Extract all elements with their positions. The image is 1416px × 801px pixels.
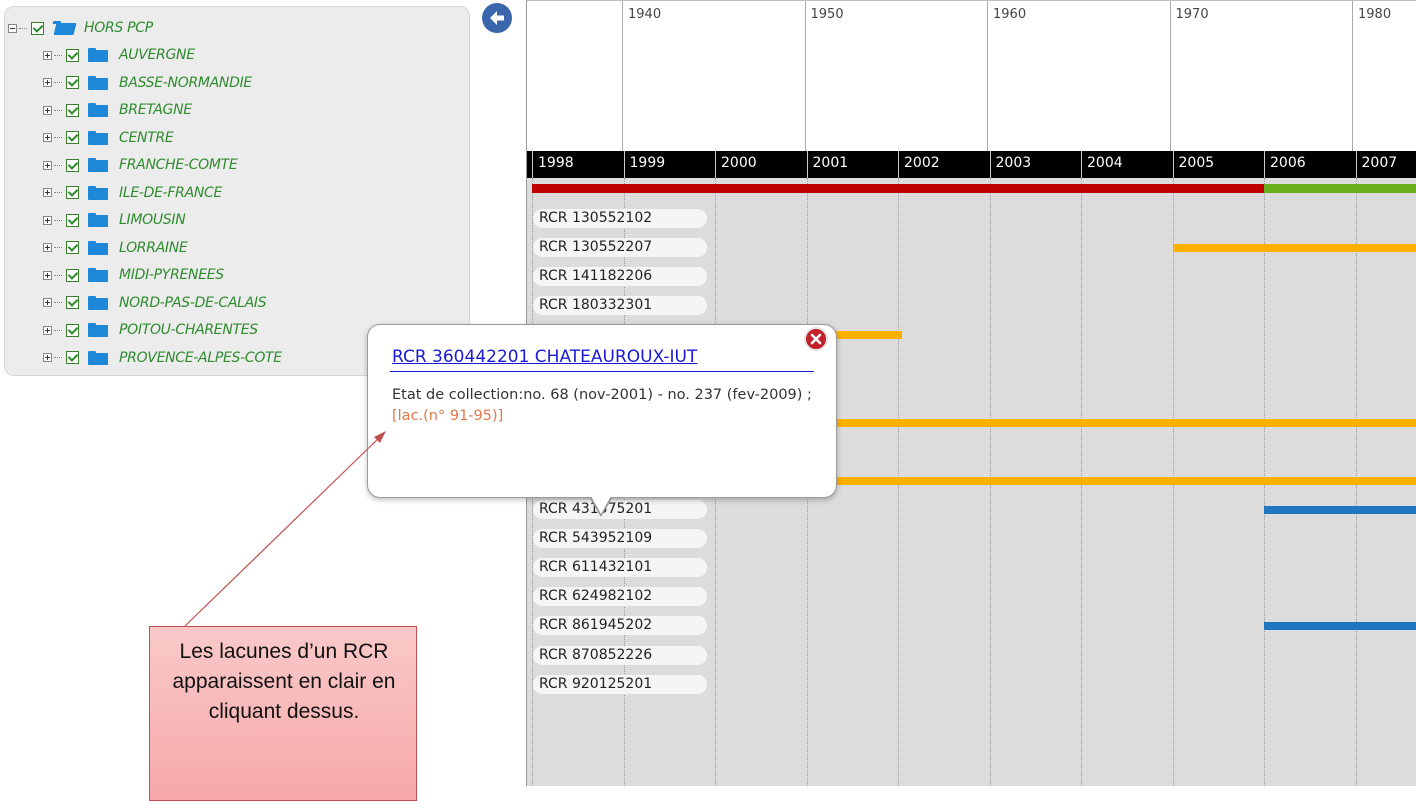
callout-text: Les lacunes d’un RCR apparaissent en cla… — [150, 637, 418, 727]
annotation-callout: Les lacunes d’un RCR apparaissent en cla… — [149, 626, 417, 801]
